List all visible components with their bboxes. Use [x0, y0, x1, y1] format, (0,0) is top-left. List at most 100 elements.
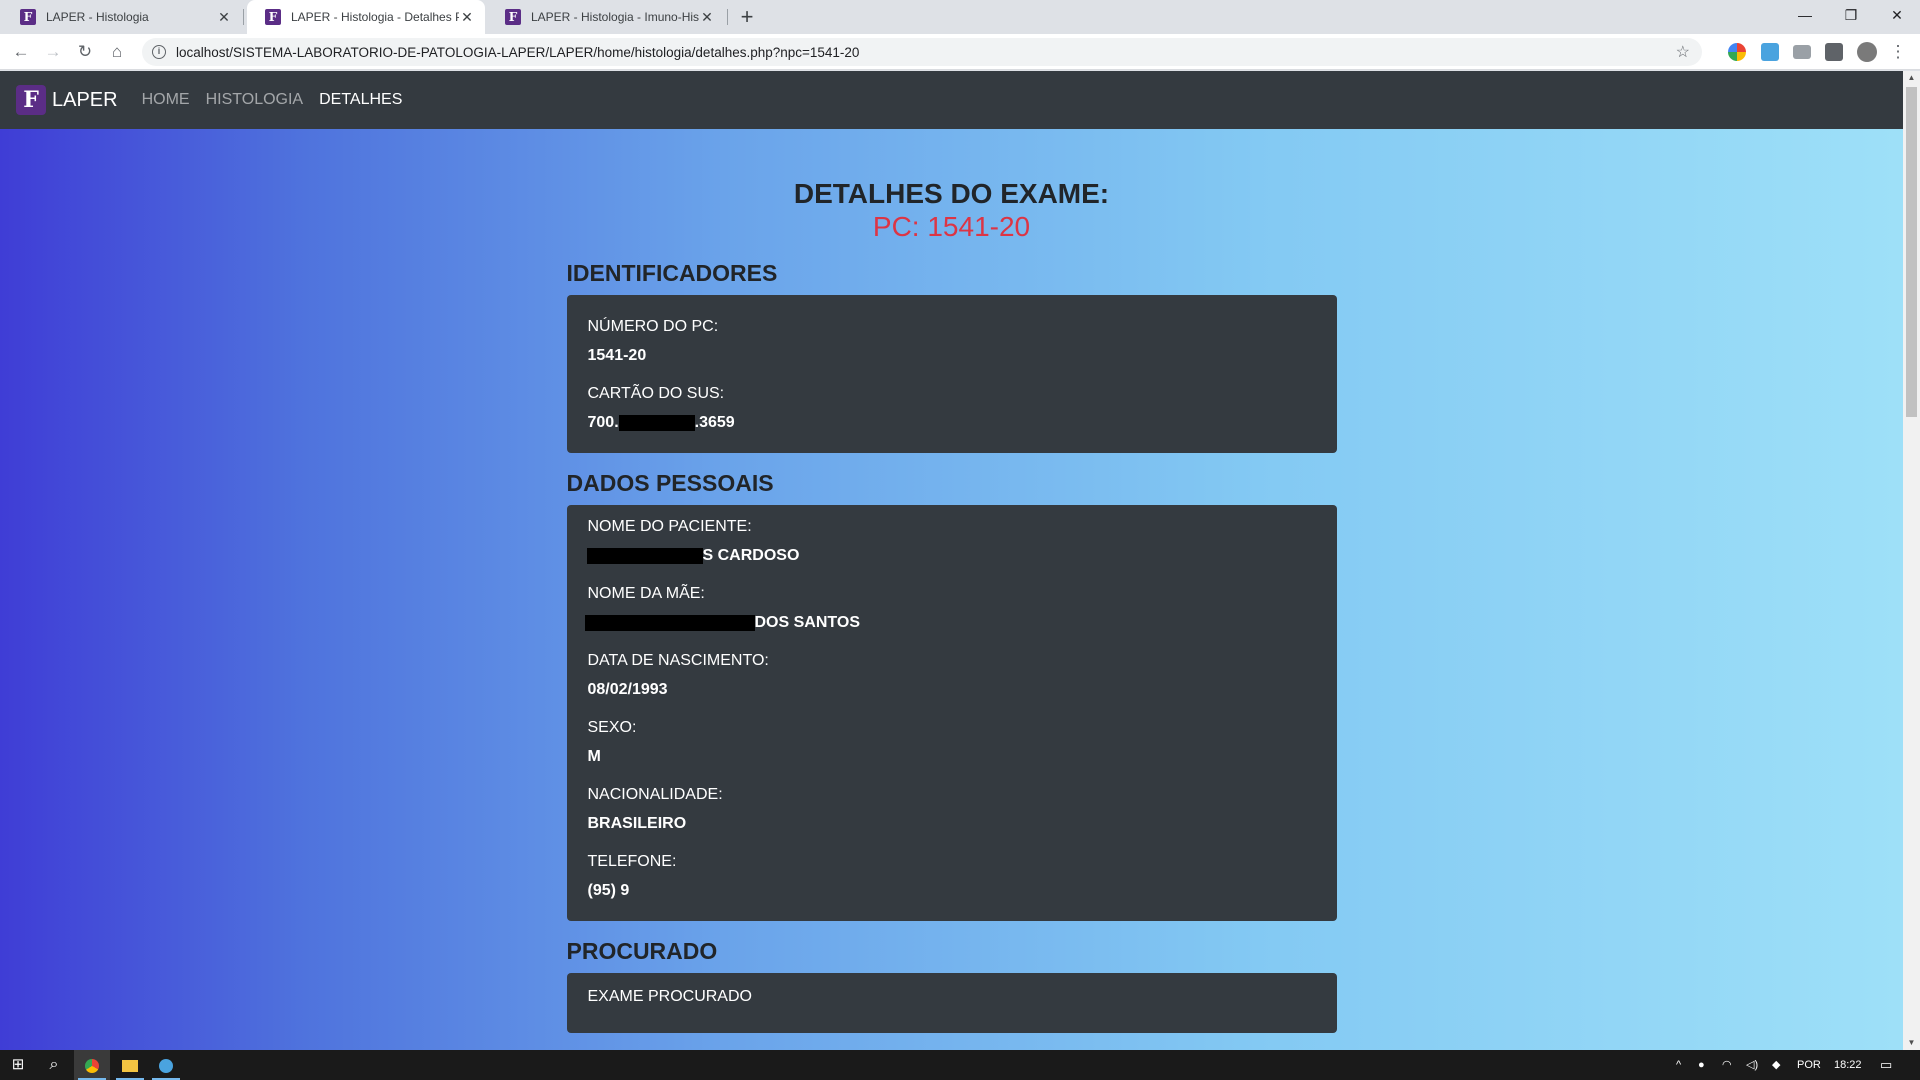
navbar-brand[interactable]: F LAPER: [16, 85, 118, 115]
laper-favicon-icon: F: [265, 9, 281, 25]
field-telefone: TELEFONE: (95) 9: [588, 852, 1316, 901]
screenshot-extension-icon[interactable]: [1793, 45, 1811, 59]
value-suffix: DOS SANTOS: [754, 614, 861, 631]
search-icon[interactable]: ⌕: [36, 1050, 72, 1080]
section-title-dados-pessoais: DADOS PESSOAIS: [566, 470, 774, 496]
field-label: NOME DO PACIENTE:: [587, 518, 752, 535]
tab-imuno-histo[interactable]: F LAPER - Histologia - Imuno-Histo ✕: [487, 0, 725, 34]
field-nome-mae: NOME DA MÃE: DOS SANTOS: [584, 584, 1316, 633]
extensions-puzzle-icon[interactable]: [1825, 43, 1843, 61]
field-sexo: SEXO: M: [588, 718, 1316, 767]
color-extension-icon[interactable]: [1728, 43, 1746, 61]
field-nacionalidade: NACIONALIDADE: BRASILEIRO: [588, 785, 1316, 834]
scrollbar-thumb[interactable]: [1906, 87, 1917, 417]
new-tab-button[interactable]: +: [735, 5, 759, 29]
laper-favicon-icon: F: [20, 9, 36, 25]
section-title-identificadores: IDENTIFICADORES: [566, 260, 778, 286]
translate-extension-icon[interactable]: [1761, 43, 1779, 61]
field-value: (95) 9: [587, 882, 630, 899]
field-value: 700. .3659: [588, 413, 1316, 433]
brand-name: LAPER: [52, 88, 118, 111]
pc-number-subtitle: PC: 1541-20: [872, 211, 1031, 242]
laper-logo-icon: F: [16, 85, 46, 115]
field-data-nascimento: DATA DE NASCIMENTO: 08/02/1993: [588, 651, 1316, 700]
field-value: BRASILEIRO: [587, 815, 687, 832]
value-suffix: .3659: [694, 414, 735, 431]
back-arrow-icon[interactable]: ←: [9, 40, 33, 64]
tab-title: LAPER - Histologia: [46, 10, 149, 24]
card-procurado: EXAME PROCURADO: [566, 973, 1337, 1033]
field-label: DATA DE NASCIMENTO:: [587, 652, 769, 669]
field-value: S CARDOSO: [586, 546, 1316, 566]
tab-separator: [727, 9, 728, 25]
card-dados-pessoais: NOME DO PACIENTE: S CARDOSO NOME DA MÃE:…: [566, 505, 1337, 921]
page-scrollbar[interactable]: ▲ ▼: [1903, 71, 1920, 1050]
laper-favicon-icon: F: [505, 9, 521, 25]
bookmark-star-icon[interactable]: ☆: [1676, 42, 1690, 62]
field-label: NOME DA MÃE:: [587, 585, 705, 602]
field-label: CARTÃO DO SUS:: [587, 385, 725, 402]
card-identificadores: NÚMERO DO PC: 1541-20 CARTÃO DO SUS: 700…: [566, 295, 1337, 453]
close-tab-icon[interactable]: ✕: [699, 9, 715, 25]
clock[interactable]: 18:22: [1834, 1050, 1862, 1080]
minimize-window-icon[interactable]: —: [1782, 0, 1828, 30]
redaction-box: [584, 614, 755, 631]
value-suffix: S CARDOSO: [702, 547, 800, 564]
language-indicator[interactable]: POR: [1797, 1050, 1821, 1080]
address-bar[interactable]: i localhost/SISTEMA-LABORATORIO-DE-PATOL…: [142, 38, 1702, 66]
field-label: SEXO:: [587, 719, 637, 736]
network-tray-icon[interactable]: ◠: [1722, 1050, 1732, 1080]
close-tab-icon[interactable]: ✕: [459, 9, 475, 25]
restore-window-icon[interactable]: ❐: [1828, 0, 1874, 30]
tab-title: LAPER - Histologia - Detalhes PC: [291, 10, 459, 24]
close-tab-icon[interactable]: ✕: [216, 9, 232, 25]
nav-link-detalhes[interactable]: DETALHES: [319, 91, 402, 109]
browser-toolbar: ← → ↻ ⌂ i localhost/SISTEMA-LABORATORIO-…: [0, 34, 1920, 70]
close-window-icon[interactable]: ✕: [1874, 0, 1920, 30]
redaction-box: [586, 547, 703, 564]
field-label: TELEFONE:: [587, 853, 677, 870]
file-explorer-icon[interactable]: [112, 1050, 148, 1080]
app-taskbar-icon[interactable]: [148, 1050, 184, 1080]
top-navbar: F LAPER HOME HISTOLOGIA DETALHES: [0, 71, 1903, 129]
page-viewport: F LAPER HOME HISTOLOGIA DETALHES DETALHE…: [0, 71, 1903, 1050]
nav-link-histologia[interactable]: HISTOLOGIA: [206, 91, 304, 109]
tab-detalhes-pc[interactable]: F LAPER - Histologia - Detalhes PC ✕: [247, 0, 485, 34]
scroll-down-arrow-icon[interactable]: ▼: [1903, 1036, 1920, 1050]
windows-start-icon[interactable]: ⊞: [0, 1050, 36, 1080]
field-value: 1541-20: [587, 347, 647, 364]
section-title-procurado: PROCURADO: [566, 938, 718, 964]
steam-tray-icon[interactable]: ●: [1698, 1050, 1705, 1080]
windows-taskbar: ⊞ ⌕ ^ ● ◠ ◁) ◆ POR 18:22 ▭: [0, 1050, 1920, 1080]
field-label: EXAME PROCURADO: [587, 988, 752, 1005]
dropbox-tray-icon[interactable]: ◆: [1772, 1050, 1780, 1080]
main-content: IDENTIFICADORES NÚMERO DO PC: 1541-20 CA…: [566, 259, 1337, 1033]
home-icon[interactable]: ⌂: [105, 40, 129, 64]
page-heading: DETALHES DO EXAME: PC: 1541-20: [0, 177, 1903, 243]
field-value: 08/02/1993: [587, 681, 668, 698]
field-label: NACIONALIDADE:: [587, 786, 723, 803]
tab-title: LAPER - Histologia - Imuno-Histo: [531, 10, 699, 24]
scroll-up-arrow-icon[interactable]: ▲: [1903, 71, 1920, 85]
site-info-icon[interactable]: i: [152, 45, 166, 59]
field-label: NÚMERO DO PC:: [587, 318, 719, 335]
url-text[interactable]: localhost/SISTEMA-LABORATORIO-DE-PATOLOG…: [176, 45, 859, 60]
browser-menu-icon[interactable]: ⋮: [1886, 40, 1910, 64]
tab-histologia[interactable]: F LAPER - Histologia ✕: [2, 0, 242, 34]
reload-icon[interactable]: ↻: [73, 40, 97, 64]
value-prefix: 700.: [587, 414, 619, 431]
chrome-taskbar-icon[interactable]: [74, 1050, 110, 1080]
page-title: DETALHES DO EXAME:: [793, 178, 1110, 209]
profile-avatar-icon[interactable]: [1857, 42, 1877, 62]
field-numero-pc: NÚMERO DO PC: 1541-20: [588, 317, 1316, 366]
field-value: M: [587, 748, 601, 765]
field-cartao-sus: CARTÃO DO SUS: 700. .3659: [588, 384, 1316, 433]
nav-link-home[interactable]: HOME: [142, 91, 190, 109]
forward-arrow-icon[interactable]: →: [41, 40, 65, 64]
tray-chevron-icon[interactable]: ^: [1676, 1050, 1681, 1080]
browser-tab-strip: F LAPER - Histologia ✕ F LAPER - Histolo…: [0, 0, 1920, 34]
notifications-icon[interactable]: ▭: [1880, 1050, 1892, 1080]
tab-separator: [243, 9, 244, 25]
field-value: DOS SANTOS: [584, 613, 1316, 633]
volume-tray-icon[interactable]: ◁): [1746, 1050, 1758, 1080]
